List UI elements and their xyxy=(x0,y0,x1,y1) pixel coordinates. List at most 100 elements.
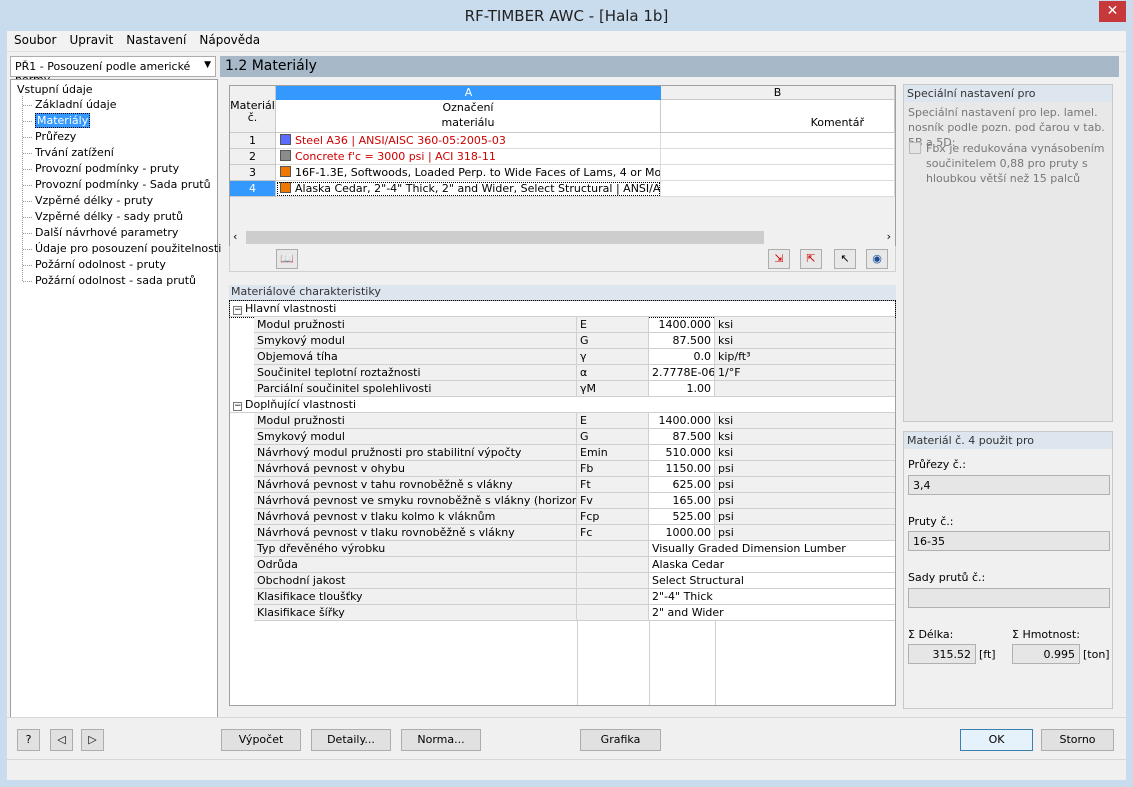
property-group-row[interactable]: − Hlavní vlastnosti xyxy=(229,300,896,318)
standard-button[interactable]: Norma... xyxy=(401,729,481,751)
menu-nastaveni[interactable]: Nastavení xyxy=(119,31,192,47)
material-comment-cell[interactable] xyxy=(661,165,895,181)
tree-item-materials[interactable]: Materiály xyxy=(22,113,91,128)
members-field[interactable]: 16-35 xyxy=(908,531,1110,551)
material-comment-cell[interactable] xyxy=(661,133,895,149)
menu-upravit[interactable]: Upravit xyxy=(62,31,119,47)
graphics-button[interactable]: Grafika xyxy=(580,729,661,751)
view-eye-icon[interactable]: ◉ xyxy=(866,249,888,269)
material-row-number[interactable]: 1 xyxy=(230,133,276,149)
cancel-button[interactable]: Storno xyxy=(1041,729,1114,751)
property-name: Parciální součinitel spolehlivosti xyxy=(254,381,577,397)
tree-item-buckling-members[interactable]: Vzpěrné délky - pruty xyxy=(22,194,153,207)
select-pointer-icon[interactable]: ↖ xyxy=(834,249,856,269)
reduce-fbx-checkbox[interactable] xyxy=(909,142,921,154)
material-usage-panel: Materiál č. 4 použit pro Průřezy č.: 3,4… xyxy=(903,431,1113,709)
tree-item-load-duration[interactable]: Trvání zatížení xyxy=(23,146,114,159)
sections-field[interactable]: 3,4 xyxy=(908,475,1110,495)
column-a-letter[interactable]: A xyxy=(276,86,661,100)
property-value[interactable]: 87.500 xyxy=(649,429,715,445)
scroll-right-icon[interactable]: › xyxy=(887,230,891,243)
property-unit: ksi xyxy=(715,317,895,333)
property-value[interactable]: 625.00 xyxy=(649,477,715,493)
next-page-icon[interactable]: ▷ xyxy=(81,729,104,751)
material-comment-cell[interactable] xyxy=(661,149,895,165)
tree-item-design-params[interactable]: Další návrhové parametry xyxy=(22,226,178,239)
property-value[interactable]: 2.7778E-06 xyxy=(649,365,715,381)
details-button[interactable]: Detaily... xyxy=(311,729,391,751)
property-symbol xyxy=(577,557,649,573)
rownum-header: Materiál č. xyxy=(230,86,276,133)
tree-root-input-data[interactable]: Vstupní údaje xyxy=(17,83,93,96)
property-value[interactable]: 2" and Wider xyxy=(649,605,895,621)
property-value[interactable]: 1400.000 xyxy=(649,317,715,333)
material-row-number[interactable]: 2 xyxy=(230,149,276,165)
property-value[interactable]: 165.00 xyxy=(649,493,715,509)
property-group-row[interactable]: − Doplňující vlastnosti xyxy=(230,397,895,413)
property-value[interactable]: Alaska Cedar xyxy=(649,557,895,573)
property-group-label: Doplňující vlastnosti xyxy=(245,398,357,411)
menu-soubor[interactable]: Soubor xyxy=(7,31,62,47)
material-row-number[interactable]: 3 xyxy=(230,165,276,181)
property-value[interactable]: 1400.000 xyxy=(649,413,715,429)
case-select[interactable]: PŘ1 - Posouzení podle americké normy ▼ xyxy=(10,56,216,86)
property-value[interactable]: 1150.00 xyxy=(649,461,715,477)
total-length-field[interactable]: 315.52 xyxy=(908,644,976,664)
material-name-cell[interactable]: 16F-1.3E, Softwoods, Loaded Perp. to Wid… xyxy=(276,165,661,181)
property-unit: 1/°F xyxy=(715,365,895,381)
material-name-cell[interactable]: Steel A36 | ANSI/AISC 360-05:2005-03 xyxy=(276,133,661,149)
tree-item-fire-sets[interactable]: Požární odolnost - sada prutů xyxy=(23,274,196,287)
previous-page-icon[interactable]: ◁ xyxy=(50,729,73,751)
ok-button[interactable]: OK xyxy=(960,729,1033,751)
property-value[interactable]: 2"-4" Thick xyxy=(649,589,895,605)
reduce-fbx-label: Fbx je redukována vynásobením součinitel… xyxy=(926,142,1105,185)
column-b-letter[interactable]: B xyxy=(661,86,895,100)
material-comment-cell[interactable] xyxy=(661,181,895,197)
property-symbol: γ xyxy=(577,349,649,365)
property-value[interactable]: 510.000 xyxy=(649,445,715,461)
property-value[interactable]: 525.00 xyxy=(649,509,715,525)
tree-item-label: Provozní podmínky - Sada prutů xyxy=(35,178,211,191)
material-name-cell[interactable]: Alaska Cedar, 2"-4" Thick, 2" and Wider,… xyxy=(276,181,661,197)
calculate-button[interactable]: Výpočet xyxy=(221,729,301,751)
tree-item-service-members[interactable]: Provozní podmínky - pruty xyxy=(22,162,179,175)
property-name: Součinitel teplotní roztažnosti xyxy=(254,365,577,381)
property-value[interactable]: 0.0 xyxy=(649,349,715,365)
property-value[interactable]: 87.500 xyxy=(649,333,715,349)
property-name: Návrhový modul pružnosti pro stabilitní … xyxy=(254,445,577,461)
property-unit: ksi xyxy=(715,445,895,461)
tree-item-basic-data[interactable]: Základní údaje xyxy=(22,98,116,111)
property-unit xyxy=(715,381,895,397)
property-name: Návrhová pevnost v tlaku rovnoběžně s vl… xyxy=(254,525,577,541)
close-button[interactable]: ✕ xyxy=(1099,1,1126,22)
tree-item-serviceability[interactable]: Údaje pro posouzení použitelnosti xyxy=(22,242,221,255)
property-value[interactable]: Visually Graded Dimension Lumber xyxy=(649,541,895,557)
property-name: Odrůda xyxy=(254,557,577,573)
tree-item-fire-members[interactable]: Požární odolnost - pruty xyxy=(23,258,166,271)
tree-item-label: Vzpěrné délky - sady prutů xyxy=(35,210,184,223)
material-row-number[interactable]: 4 xyxy=(230,181,276,197)
collapse-icon[interactable]: − xyxy=(233,306,242,315)
material-name-cell[interactable]: Concrete f'c = 3000 psi | ACI 318-11 xyxy=(276,149,661,165)
property-value[interactable]: 1000.00 xyxy=(649,525,715,541)
property-value[interactable]: 1.00 xyxy=(649,381,715,397)
menu-napoveda[interactable]: Nápověda xyxy=(192,31,266,47)
scroll-left-icon[interactable]: ‹ xyxy=(233,230,237,243)
horizontal-scrollbar[interactable]: ‹ › xyxy=(230,229,895,246)
total-mass-label: Σ Hmotnost: xyxy=(1012,628,1080,641)
member-sets-field[interactable] xyxy=(908,588,1110,608)
import-excel-icon[interactable]: ⇲ xyxy=(768,249,790,269)
tree-item-cross-sections[interactable]: Průřezy xyxy=(22,130,76,143)
property-value[interactable]: Select Structural xyxy=(649,573,895,589)
collapse-icon[interactable]: − xyxy=(233,402,242,411)
total-mass-field[interactable]: 0.995 xyxy=(1012,644,1080,664)
help-icon[interactable]: ? xyxy=(17,729,40,751)
tree-connector xyxy=(22,96,23,281)
scrollbar-thumb[interactable] xyxy=(246,231,764,244)
library-book-icon[interactable]: 📖 xyxy=(276,249,298,269)
tree-item-buckling-sets[interactable]: Vzpěrné délky - sady prutů xyxy=(22,210,184,223)
export-excel-icon[interactable]: ⇱ xyxy=(800,249,822,269)
tree-item-service-sets[interactable]: Provozní podmínky - Sada prutů xyxy=(23,178,211,191)
